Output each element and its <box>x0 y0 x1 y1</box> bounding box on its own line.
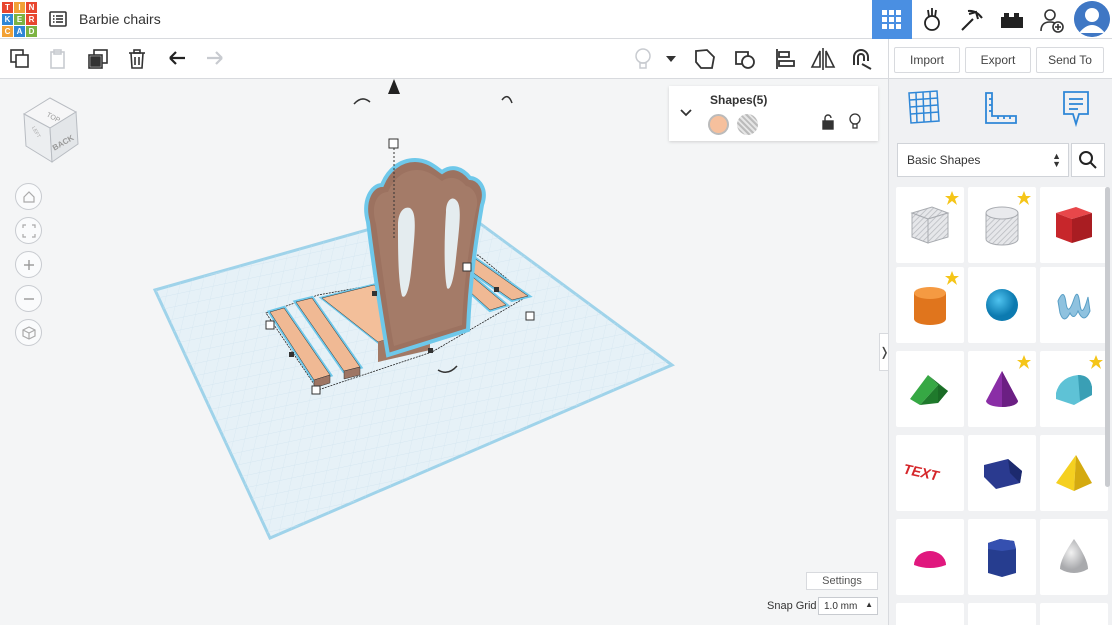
workplane-canvas[interactable] <box>0 79 888 625</box>
delete-icon[interactable] <box>122 44 152 74</box>
shape-tile-scribble[interactable] <box>1040 267 1108 343</box>
perspective-icon[interactable] <box>15 319 42 346</box>
duplicate-icon[interactable] <box>83 44 113 74</box>
shape-tile-cylinder-hole[interactable] <box>968 187 1036 263</box>
logo-letter: T <box>2 2 13 13</box>
visibility-bulb-icon[interactable] <box>848 113 862 131</box>
shape-tile-cone[interactable] <box>968 351 1036 427</box>
dropdown-icon[interactable] <box>658 44 684 74</box>
add-user-icon[interactable] <box>1032 0 1072 39</box>
shape-tile-pyramid[interactable] <box>1040 435 1108 511</box>
shape-tile-partial[interactable] <box>896 603 964 625</box>
select-arrows-icon: ▲ ▼ <box>1052 151 1061 169</box>
shape-library-select[interactable]: Basic Shapes ▲ ▼ <box>897 143 1069 177</box>
design-list-icon[interactable] <box>48 9 68 29</box>
shape-outline-icon[interactable] <box>730 44 760 74</box>
shape-tile-partial[interactable] <box>968 603 1036 625</box>
export-button[interactable]: Export <box>965 47 1031 73</box>
import-export-bar: Import Export Send To <box>888 39 1112 79</box>
tinkercad-app: TIN KER CAD Barbie chairs Import Export Se… <box>0 0 1112 625</box>
light-bulb-icon[interactable] <box>628 44 658 74</box>
shapes-count-title: Shapes(5) <box>710 93 768 107</box>
hole-button[interactable] <box>737 114 758 135</box>
logo-letter: N <box>26 2 37 13</box>
user-avatar[interactable] <box>1074 1 1110 37</box>
document-title[interactable]: Barbie chairs <box>79 11 161 27</box>
lift-arrow[interactable] <box>388 79 400 94</box>
favorite-star-icon[interactable] <box>945 191 959 205</box>
edit-toolbar <box>0 39 888 79</box>
collapse-chevron-icon[interactable] <box>680 109 692 117</box>
favorite-star-icon[interactable] <box>1089 355 1103 369</box>
paste-icon[interactable] <box>43 44 73 74</box>
fit-view-icon[interactable] <box>15 217 42 244</box>
undo-icon[interactable] <box>162 44 192 74</box>
shape-tile-cylinder[interactable] <box>896 267 964 343</box>
copy-icon[interactable] <box>5 44 35 74</box>
workplane-icon[interactable] <box>907 89 941 125</box>
import-button[interactable]: Import <box>894 47 960 73</box>
favorite-star-icon[interactable] <box>1017 355 1031 369</box>
3d-design-grid-icon[interactable] <box>872 0 912 39</box>
snap-grid-label: Snap Grid <box>767 600 817 612</box>
notes-icon[interactable] <box>1061 89 1091 127</box>
circuits-icon[interactable] <box>912 0 952 39</box>
search-icon[interactable] <box>1071 143 1105 177</box>
top-bar: TIN KER CAD Barbie chairs <box>0 0 1112 39</box>
view-cube[interactable]: TOP BACK LEFT <box>18 94 88 164</box>
note-icon[interactable] <box>690 44 720 74</box>
tinkercad-logo[interactable]: TIN KER CAD <box>2 2 37 37</box>
shape-tile-box-hole[interactable] <box>896 187 964 263</box>
home-view-icon[interactable] <box>15 183 42 210</box>
logo-letter: E <box>14 14 25 25</box>
zoom-out-icon[interactable] <box>15 285 42 312</box>
shape-tile-box[interactable] <box>1040 187 1108 263</box>
ruler-icon[interactable] <box>983 91 1019 125</box>
shape-tile-hexagonal-prism[interactable] <box>968 519 1036 595</box>
zoom-in-icon[interactable] <box>15 251 42 278</box>
svg-text:TEXT: TEXT <box>904 461 942 483</box>
shapes-inspector: Shapes(5) <box>669 86 878 141</box>
shape-tile-half-sphere[interactable] <box>896 519 964 595</box>
magnet-icon[interactable] <box>846 44 876 74</box>
3d-workspace[interactable]: TOP BACK LEFT Shapes(5) Settings Snap Gr… <box>0 79 888 625</box>
shapes-library-sidebar: Basic Shapes ▲ ▼ TEXT <box>888 79 1112 625</box>
height-handle[interactable] <box>388 138 399 149</box>
rotate-arrow-left[interactable] <box>353 98 371 105</box>
mirror-icon[interactable] <box>808 44 838 74</box>
settings-button[interactable]: Settings <box>806 572 878 590</box>
sidebar-scrollbar[interactable] <box>1105 187 1110 487</box>
shape-library-value: Basic Shapes <box>907 153 981 167</box>
redo-icon[interactable] <box>200 44 230 74</box>
snap-grid-value: 1.0 mm <box>824 600 858 612</box>
send-to-button[interactable]: Send To <box>1036 47 1104 73</box>
shape-tile-sphere[interactable] <box>968 267 1036 343</box>
favorite-star-icon[interactable] <box>945 271 959 285</box>
snap-grid-caret-icon: ▲ <box>865 600 873 609</box>
lego-bricks-icon[interactable] <box>992 0 1032 39</box>
shape-tile-text[interactable]: TEXT <box>896 435 964 511</box>
lock-icon[interactable] <box>822 114 834 130</box>
shape-tile-round-roof[interactable] <box>1040 351 1108 427</box>
logo-letter: K <box>2 14 13 25</box>
logo-letter: D <box>26 26 37 37</box>
solid-color-button[interactable] <box>708 114 729 135</box>
logo-letter: C <box>2 26 13 37</box>
shape-tile-partial[interactable] <box>1040 603 1108 625</box>
logo-letter: A <box>14 26 25 37</box>
shape-tile-paraboloid[interactable] <box>1040 519 1108 595</box>
align-icon[interactable] <box>770 44 800 74</box>
logo-letter: I <box>14 2 25 13</box>
snap-grid-select[interactable]: 1.0 mm ▲ <box>818 597 878 615</box>
rotate-arrow-right[interactable] <box>501 95 513 104</box>
logo-letter: R <box>26 14 37 25</box>
shape-tile-polygon[interactable] <box>968 435 1036 511</box>
favorite-star-icon[interactable] <box>1017 191 1031 205</box>
codeblocks-icon[interactable] <box>952 0 992 39</box>
shape-tile-roof[interactable] <box>896 351 964 427</box>
